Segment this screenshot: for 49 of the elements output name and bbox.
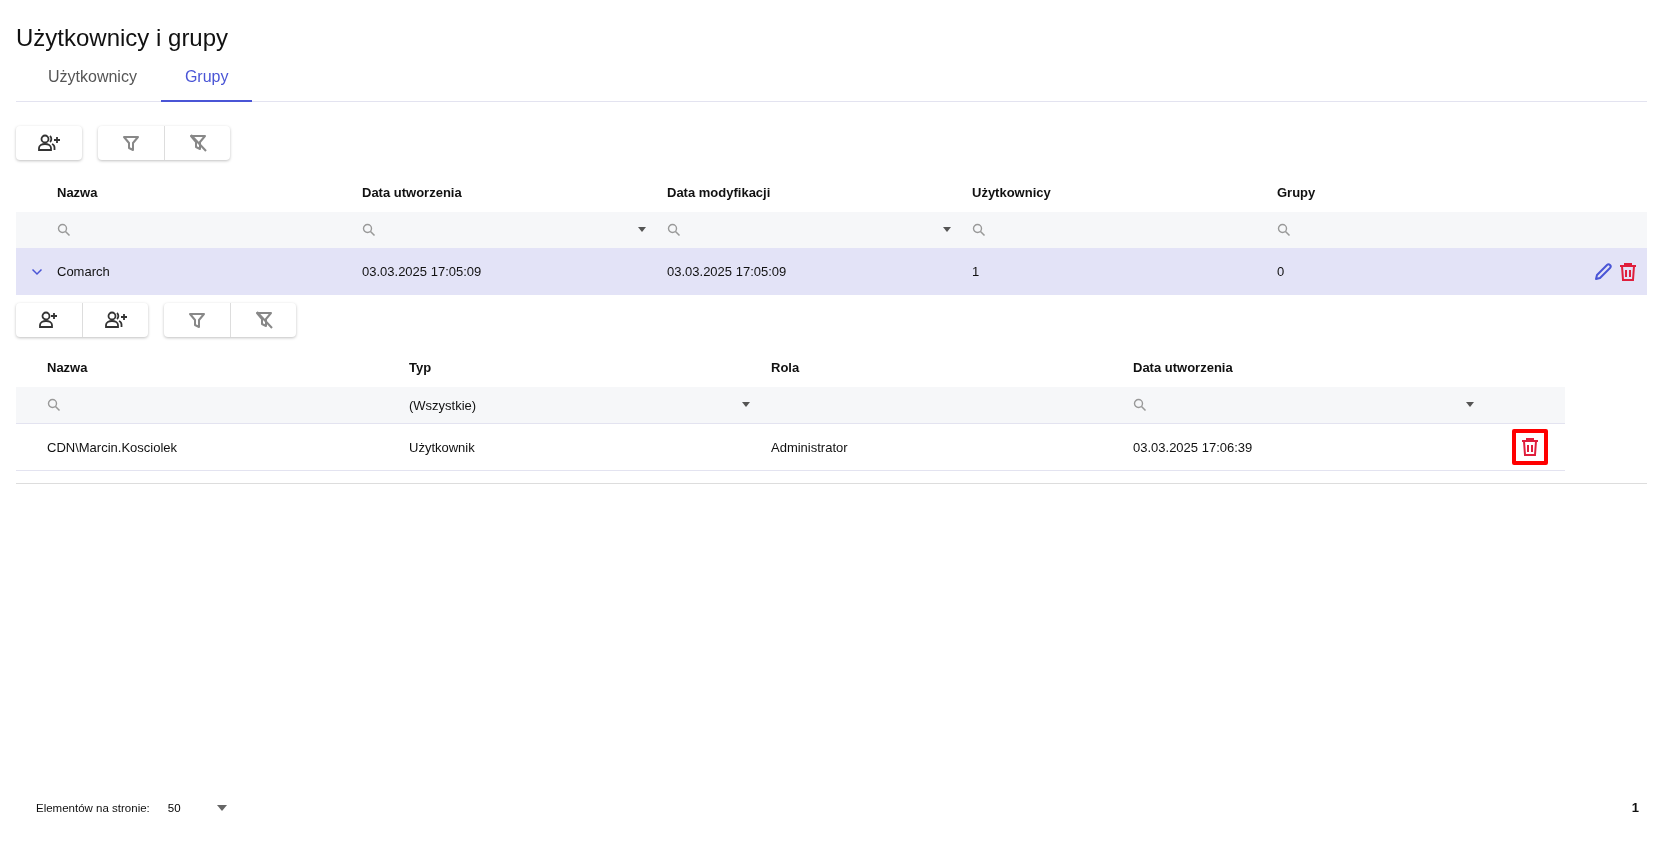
page-size-select[interactable]: 50 <box>167 801 227 814</box>
search-icon <box>362 223 376 237</box>
table-cell-text: 1 <box>972 264 981 279</box>
search-icon <box>1133 398 1147 412</box>
filter-icon <box>188 311 206 329</box>
table-cell-text: Comarch <box>57 264 111 279</box>
search-icon <box>47 398 61 412</box>
table-cell-text: 03.03.2025 17:05:09 <box>667 264 788 279</box>
search-icon <box>667 223 681 237</box>
delete-button[interactable] <box>1512 429 1548 465</box>
caret-icon[interactable] <box>1465 402 1475 408</box>
table-cell-text: CDN\Marcin.Kosciolek <box>47 439 179 455</box>
table-cell-text: 03.03.2025 17:06:39 <box>1133 439 1254 455</box>
page-size-label: Elementów na stronie: <box>36 801 150 814</box>
column-header[interactable]: Data utworzenia <box>362 172 667 212</box>
tab[interactable]: Użytkownicy <box>24 58 161 102</box>
search-icon <box>972 223 986 237</box>
filter-icon <box>122 134 140 152</box>
table-cell-text: Użytkownik <box>409 439 476 455</box>
column-header[interactable]: Data modyfikacji <box>667 172 972 212</box>
table-cell-text: Administrator <box>771 439 849 455</box>
user-group-plus-icon <box>103 310 128 330</box>
filter-off-icon <box>187 133 208 153</box>
select-value[interactable]: (Wszystkie) <box>409 397 477 413</box>
caret-icon <box>216 804 227 811</box>
delete-icon <box>1521 437 1539 457</box>
filter-off-icon <box>253 310 274 330</box>
search-icon <box>57 223 71 237</box>
page-number[interactable]: 1 <box>1631 800 1639 815</box>
column-header[interactable]: Rola <box>771 347 1133 387</box>
page-title: Użytkownicy i grupy <box>16 24 230 52</box>
column-header[interactable]: Nazwa <box>57 172 362 212</box>
table-row[interactable]: Comarch 03.03.2025 17:05:09 03.03.2025 17:05:09 1 0 <box>16 248 1647 295</box>
user-group-plus-icon <box>37 133 61 153</box>
caret-icon[interactable] <box>741 402 751 408</box>
table-cell-text: 03.03.2025 17:05:09 <box>362 264 483 279</box>
tab[interactable]: Grupy <box>160 58 253 102</box>
column-header[interactable]: Data utworzenia <box>1133 347 1495 387</box>
column-header[interactable]: Użytkownicy <box>972 172 1277 212</box>
delete-icon[interactable] <box>1619 261 1637 282</box>
caret-icon[interactable] <box>637 227 647 233</box>
chevron-icon[interactable] <box>30 267 43 276</box>
caret-icon[interactable] <box>942 227 952 233</box>
edit-icon[interactable] <box>1593 261 1613 282</box>
column-header[interactable]: Nazwa <box>47 347 409 387</box>
column-header[interactable]: Grupy <box>1277 172 1582 212</box>
search-icon <box>1277 223 1291 237</box>
table-cell-text: 0 <box>1277 264 1286 279</box>
column-header[interactable]: Typ <box>409 347 771 387</box>
